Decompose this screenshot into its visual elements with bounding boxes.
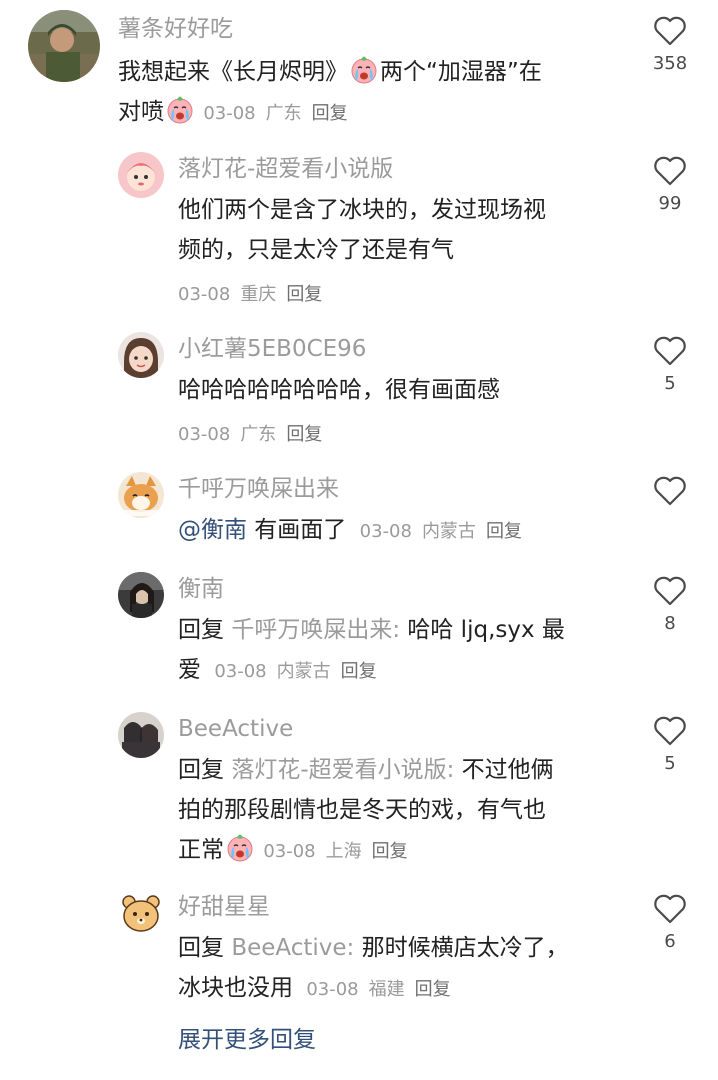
like-button[interactable]: 99 [640,156,700,216]
reply-button[interactable]: 回复 [286,424,322,445]
avatar[interactable] [118,712,164,758]
comment-date: 03-08 [263,841,316,862]
heart-icon [654,576,686,606]
comment-meta: 03-08 上海 回复 [263,841,407,862]
avatar[interactable] [118,472,164,518]
comment-text: 回复 千呼万唤屎出来: 哈哈 ljq,syx 最 爱 03-08 内蒙古 回复 [178,617,565,683]
comment-location: 重庆 [240,284,277,305]
comment-meta: 03-08 重庆 回复 [178,280,322,306]
reply-button[interactable]: 回复 [486,521,522,542]
reply-button[interactable]: 回复 [312,103,348,124]
comment-text: 回复 BeeActive: 那时候横店太冷了， 冰块也没用 03-08 福建 回复 [178,935,569,1001]
username[interactable]: 千呼万唤屎出来 [178,474,339,504]
bear-cartoon-avatar-icon [118,890,164,936]
crying-face-emoji-icon [350,56,378,84]
username[interactable]: 衡南 [178,574,224,604]
cat-avatar-icon [118,472,164,518]
comment-location: 福建 [368,979,405,1000]
comment-meta: 03-08 广东 回复 [178,420,322,446]
heart-icon [654,894,686,924]
group-photo-avatar-icon [118,712,164,758]
username[interactable]: 好甜星星 [178,892,270,922]
comment-date: 03-08 [214,661,267,682]
heart-icon [654,476,686,506]
like-button[interactable]: 6 [640,894,700,954]
expand-more-replies-button[interactable]: 展开更多回复 [178,1022,316,1058]
comment-meta: 03-08 广东 回复 [203,103,347,124]
crying-face-emoji-icon [226,834,254,862]
like-count: 358 [652,53,688,74]
soldier-avatar-icon [28,10,100,82]
like-count: 6 [664,931,676,952]
avatar[interactable] [118,152,164,198]
comment-location: 内蒙古 [276,661,331,682]
like-count: 5 [664,373,676,394]
like-button[interactable]: 8 [640,576,700,636]
mention-link[interactable]: @衡南 [178,517,247,543]
comment-date: 03-08 [178,424,231,445]
child-avatar-icon [118,332,164,378]
pink-cartoon-avatar-icon [118,152,164,198]
username[interactable]: 落灯花-超爱看小说版 [178,154,393,184]
comment-text: 哈哈哈哈哈哈哈哈，很有画面感 [178,377,500,403]
comment-location: 上海 [325,841,362,862]
like-count: 8 [664,613,676,634]
reply-button[interactable]: 回复 [372,841,408,862]
comment-location: 广东 [240,424,277,445]
avatar[interactable] [28,10,100,82]
heart-icon [654,716,686,746]
reply-button[interactable]: 回复 [286,284,322,305]
comment-date: 03-08 [359,521,412,542]
comment-meta: 03-08 内蒙古 回复 [360,521,522,542]
username[interactable]: BeeActive [178,714,293,744]
quoted-username[interactable]: 落灯花-超爱看小说版: [231,757,454,783]
heart-icon [654,336,686,366]
comment-location: 广东 [265,103,302,124]
comment-text: @衡南 有画面了 03-08 内蒙古 回复 [178,517,522,543]
like-count: 5 [664,753,676,774]
crying-face-emoji-icon [166,96,194,124]
comment-date: 03-08 [306,979,359,1000]
reply-button[interactable]: 回复 [415,979,451,1000]
avatar[interactable] [118,890,164,936]
comment-text: 他们两个是含了冰块的，发过现场视 频的，只是太冷了还是有气 [178,197,546,263]
like-button[interactable]: 5 [640,716,700,776]
like-count: 99 [658,193,682,214]
like-button[interactable]: 5 [640,336,700,396]
comment-date: 03-08 [203,103,256,124]
quoted-username[interactable]: 千呼万唤屎出来: [231,617,400,643]
heart-icon [654,16,686,46]
like-button[interactable] [640,476,700,512]
heart-icon [654,156,686,186]
comment-meta: 03-08 内蒙古 回复 [214,661,376,682]
quoted-username[interactable]: BeeActive: [231,935,354,961]
username[interactable]: 薯条好好吃 [118,14,233,44]
like-button[interactable]: 358 [640,16,700,76]
reply-button[interactable]: 回复 [341,661,377,682]
avatar[interactable] [118,332,164,378]
username[interactable]: 小红薯5EB0CE96 [178,334,366,364]
comment-location: 内蒙古 [421,521,476,542]
comment-text: 我想起来《长月烬明》 两个“加湿器”在 对喷 03-08 广东 回复 [118,52,542,134]
comment-date: 03-08 [178,284,231,305]
dark-photo-avatar-icon [118,572,164,618]
comment-meta: 03-08 福建 回复 [306,979,450,1000]
avatar[interactable] [118,572,164,618]
comment-text: 回复 落灯花-超爱看小说版: 不过他俩 拍的那段剧情也是冬天的戏，有气也 正常 … [178,757,554,863]
